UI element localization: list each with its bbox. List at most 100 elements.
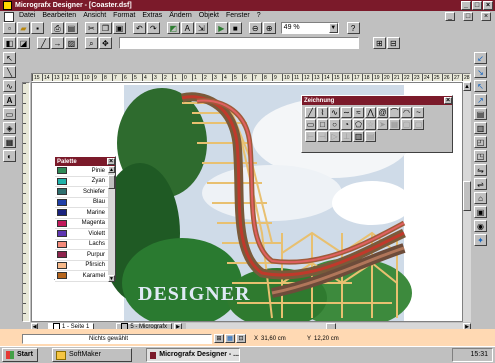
palette-close-button[interactable]: ×	[107, 158, 115, 165]
draw-polygon-icon[interactable]: ⬠	[353, 119, 364, 130]
fill-icon[interactable]: ■	[228, 22, 242, 34]
copy-icon[interactable]: ❐	[98, 22, 112, 34]
envelope-tool-icon[interactable]: ⌂	[474, 192, 487, 204]
draw-measure-icon[interactable]: ⊥	[341, 131, 352, 142]
cut-icon[interactable]: ✂	[84, 22, 98, 34]
curve-tool-icon[interactable]: ∿	[3, 80, 16, 92]
close-button[interactable]: ×	[483, 1, 493, 10]
draw-round-rect-icon[interactable]: ▢	[413, 119, 424, 130]
save-icon[interactable]: ▪	[31, 22, 44, 34]
draw-spiral-icon[interactable]: @	[377, 107, 388, 118]
draw-connector-icon[interactable]: ⊣	[317, 131, 328, 142]
draw-bezier-icon[interactable]: ∼	[341, 107, 352, 118]
maximize-button[interactable]: □	[472, 1, 482, 10]
layer-tool-icon[interactable]: ↙	[474, 52, 487, 64]
draw-curve-icon[interactable]: ~	[413, 107, 424, 118]
fill-style-icon[interactable]: ▨	[64, 37, 78, 49]
insert-text-icon[interactable]: A	[180, 22, 194, 34]
group-tool-icon[interactable]: ▤	[474, 108, 487, 120]
scroll-down-icon[interactable]: ▼	[108, 274, 115, 282]
symbol-tool-icon[interactable]: ◈	[3, 122, 16, 134]
text-tool-icon[interactable]: A	[3, 94, 16, 106]
draw-ellipse-icon[interactable]: ○	[329, 119, 340, 130]
print-icon[interactable]: ⎙	[50, 22, 64, 34]
palette-color[interactable]: Schiefer	[55, 187, 108, 198]
draw-dim-icon[interactable]: ⊢	[305, 131, 316, 142]
draw-rect-icon[interactable]: ▭	[305, 119, 316, 130]
draw-pie-icon[interactable]: ◔	[341, 119, 352, 130]
line-style-icon[interactable]: ╱	[36, 37, 50, 49]
menu-objekt[interactable]: Objekt	[199, 11, 219, 21]
undo-icon[interactable]: ↶	[132, 22, 146, 34]
scroll-up-icon[interactable]: ▲	[463, 82, 471, 91]
style-options-icon[interactable]: ⊟	[386, 37, 400, 49]
palette-color[interactable]: Purpur	[55, 250, 108, 261]
palette-color[interactable]: Marine	[55, 208, 108, 219]
mirror-tool-icon[interactable]: ⇋	[474, 164, 487, 176]
zoom-tool-icon[interactable]: ⌕	[84, 37, 98, 49]
draw-polyline-icon[interactable]: ⌇	[317, 107, 328, 118]
menu-ansicht[interactable]: Ansicht	[83, 11, 106, 21]
zoom-out-icon[interactable]: ⊖	[248, 22, 262, 34]
draw-freehand-icon[interactable]: ∿	[329, 107, 340, 118]
align-tool-icon[interactable]: ↘	[474, 66, 487, 78]
palette-color[interactable]: Lachs	[55, 240, 108, 250]
play-icon[interactable]: ▶	[214, 22, 228, 34]
palette-color[interactable]: Pinie	[55, 166, 108, 177]
draw-callout-icon[interactable]: ▷	[329, 131, 340, 142]
ungroup-tool-icon[interactable]: ▥	[474, 122, 487, 134]
draw-note-icon[interactable]: ▤	[365, 131, 376, 142]
draw-grid-icon[interactable]: ▦	[389, 119, 400, 130]
canvas-vscrollbar[interactable]: ▲	[462, 82, 471, 322]
chevron-down-icon[interactable]: ▼	[328, 23, 338, 33]
draw-zigzag-icon[interactable]: ⋀	[365, 107, 376, 118]
redo-icon[interactable]: ↷	[146, 22, 160, 34]
scroll-thumb[interactable]	[108, 175, 115, 189]
rectangle-tool-icon[interactable]: ▭	[3, 108, 16, 120]
palette-color[interactable]: Blau	[55, 198, 108, 208]
menu-format[interactable]: Format	[113, 11, 135, 21]
doc-restore-button[interactable]: □	[463, 12, 473, 21]
new-file-icon[interactable]: ▫	[3, 22, 16, 34]
draw-square-icon[interactable]: □	[317, 119, 328, 130]
line-tool-icon[interactable]: ╲	[3, 66, 16, 78]
palette-scrollbar[interactable]: ▲ ▼	[108, 166, 115, 282]
insert-image-icon[interactable]: ◩	[166, 22, 180, 34]
pointer-tool-icon[interactable]: ↖	[3, 52, 16, 64]
draw-arrow-icon[interactable]: ➤	[377, 119, 388, 130]
scroll-up-icon[interactable]: ▲	[108, 166, 115, 173]
palette-color[interactable]: Violett	[55, 229, 108, 240]
context-help-icon[interactable]: ?	[346, 22, 360, 34]
vscroll-thumb[interactable]	[463, 181, 471, 211]
doc-minimize-button[interactable]: _	[445, 12, 455, 21]
draw-wave-icon[interactable]: ≈	[353, 107, 364, 118]
arrow-style-icon[interactable]: →	[50, 37, 64, 49]
palette-color[interactable]: Karamel	[55, 271, 108, 282]
start-button[interactable]: Start	[2, 348, 38, 362]
palette-color[interactable]: Magenta	[55, 219, 108, 229]
menu-bearbeiten[interactable]: Bearbeiten	[42, 11, 76, 21]
zeichnung-titlebar[interactable]: Zeichnung ×	[302, 96, 452, 105]
node-edit-icon[interactable]: ◪	[17, 37, 30, 49]
palette-color[interactable]: Zyan	[55, 177, 108, 187]
apply-style-icon[interactable]: ⊞	[372, 37, 386, 49]
lock-tool-icon[interactable]: ▣	[474, 206, 487, 218]
guides-icon[interactable]: ⊡	[236, 334, 246, 343]
effects-tool-icon[interactable]: ✦	[474, 234, 487, 246]
draw-line-icon[interactable]: ╱	[305, 107, 316, 118]
snap-icon[interactable]: ⊞	[214, 334, 224, 343]
rotate-tool-icon[interactable]: ↗	[474, 94, 487, 106]
draw-star-icon[interactable]: ☆	[365, 119, 376, 130]
menu-datei[interactable]: Datei	[19, 11, 35, 21]
paste-icon[interactable]: ▣	[112, 22, 126, 34]
table-tool-icon[interactable]: ▦	[3, 136, 16, 148]
menu-fenster[interactable]: Fenster	[226, 11, 250, 21]
shape-tool-icon[interactable]: ◐	[3, 150, 16, 162]
grid-icon[interactable]: ▦	[225, 334, 235, 343]
doc-close-button[interactable]: ×	[481, 12, 491, 21]
taskbar-item-softmaker[interactable]: SoftMaker	[52, 348, 132, 362]
zeichnung-close-button[interactable]: ×	[444, 97, 452, 104]
menu-help[interactable]: ?	[257, 11, 261, 21]
open-folder-icon[interactable]: ▰	[17, 22, 30, 34]
back-tool-icon[interactable]: ◳	[474, 150, 487, 162]
